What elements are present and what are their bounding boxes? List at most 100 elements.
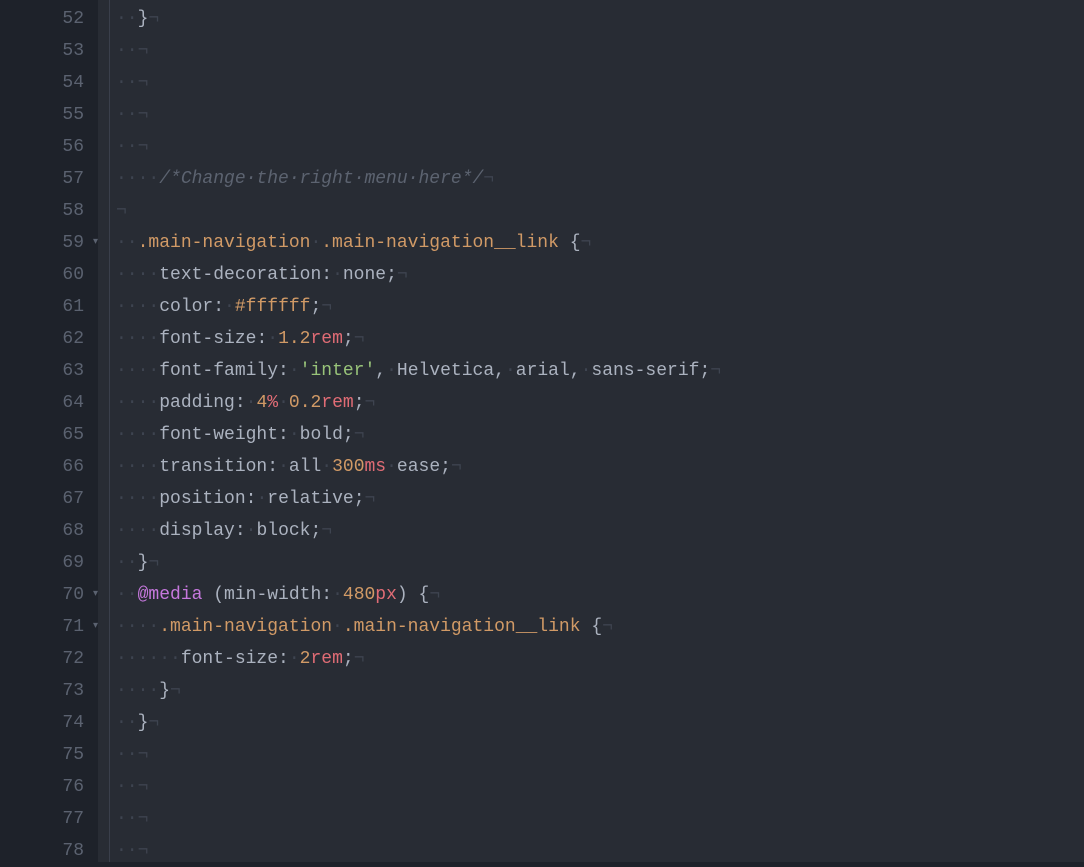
code-line[interactable]: ··¬ xyxy=(110,739,1084,771)
line-number[interactable]: 69 xyxy=(0,547,98,579)
line-number[interactable]: 56 xyxy=(0,131,98,163)
token-ws: ·· xyxy=(116,73,138,93)
line-number[interactable]: 66 xyxy=(0,451,98,483)
token-plain: block xyxy=(256,521,310,541)
token-ws: ···· xyxy=(116,681,159,701)
line-number[interactable]: 57 xyxy=(0,163,98,195)
token-brace: { xyxy=(570,233,581,253)
code-line[interactable]: ··¬ xyxy=(110,99,1084,131)
code-line[interactable]: ····}¬ xyxy=(110,675,1084,707)
line-number[interactable]: 60 xyxy=(0,259,98,291)
code-line[interactable]: ··}¬ xyxy=(110,707,1084,739)
code-line[interactable]: ····/*Change·the·right·menu·here*/¬ xyxy=(110,163,1084,195)
token-ws: · xyxy=(278,457,289,477)
token-plain xyxy=(408,585,419,605)
code-content-area[interactable]: ··}¬··¬··¬··¬··¬····/*Change·the·right·m… xyxy=(110,0,1084,862)
token-colon: : xyxy=(256,329,267,349)
line-number[interactable]: 71▾ xyxy=(0,611,98,643)
indent-guide xyxy=(98,0,110,862)
line-number[interactable]: 76 xyxy=(0,771,98,803)
token-ws: ···· xyxy=(116,521,159,541)
line-number[interactable]: 74 xyxy=(0,707,98,739)
line-number[interactable]: 63 xyxy=(0,355,98,387)
fold-marker-icon[interactable]: ▾ xyxy=(93,579,98,611)
token-eol: ¬ xyxy=(148,713,159,733)
code-editor[interactable]: 5253545556575859▾6061626364656667686970▾… xyxy=(0,0,1084,862)
token-brace: ( xyxy=(213,585,224,605)
line-number[interactable]: 77 xyxy=(0,803,98,835)
token-eol: ¬ xyxy=(170,681,181,701)
code-line[interactable]: ····font-family:·'inter',·Helvetica,·ari… xyxy=(110,355,1084,387)
token-prop: display xyxy=(159,521,235,541)
code-line[interactable]: ··¬ xyxy=(110,771,1084,803)
token-ws: ···· xyxy=(116,489,159,509)
code-line[interactable]: ··}¬ xyxy=(110,3,1084,35)
token-punct: , xyxy=(570,361,581,381)
line-number[interactable]: 58 xyxy=(0,195,98,227)
code-line[interactable]: ··¬ xyxy=(110,35,1084,67)
line-number[interactable]: 70▾ xyxy=(0,579,98,611)
token-ws: ······ xyxy=(116,649,181,669)
code-line[interactable]: ····position:·relative;¬ xyxy=(110,483,1084,515)
code-line[interactable]: ····padding:·4%·0.2rem;¬ xyxy=(110,387,1084,419)
token-num: 0.2 xyxy=(289,393,321,413)
code-line[interactable]: ··@media (min-width:·480px) {¬ xyxy=(110,579,1084,611)
token-plain xyxy=(559,233,570,253)
code-line[interactable]: ····display:·block;¬ xyxy=(110,515,1084,547)
code-line[interactable]: ····color:·#ffffff;¬ xyxy=(110,291,1084,323)
code-line[interactable]: ····font-weight:·bold;¬ xyxy=(110,419,1084,451)
token-comment: /*Change·the·right·menu·here*/ xyxy=(159,169,483,189)
token-ws: ·· xyxy=(116,777,138,797)
code-line[interactable]: ··¬ xyxy=(110,835,1084,867)
token-ws: ·· xyxy=(116,105,138,125)
token-unit: rem xyxy=(321,393,353,413)
token-ws: · xyxy=(289,425,300,445)
token-semi: ; xyxy=(343,425,354,445)
line-number[interactable]: 73 xyxy=(0,675,98,707)
token-ws: ···· xyxy=(116,329,159,349)
code-line[interactable]: ··¬ xyxy=(110,803,1084,835)
code-line[interactable]: ····text-decoration:·none;¬ xyxy=(110,259,1084,291)
code-line[interactable]: ··¬ xyxy=(110,67,1084,99)
line-number[interactable]: 64 xyxy=(0,387,98,419)
token-ws: · xyxy=(386,361,397,381)
line-number[interactable]: 78 xyxy=(0,835,98,867)
line-number[interactable]: 67 xyxy=(0,483,98,515)
token-colon: : xyxy=(235,521,246,541)
token-at: @media xyxy=(138,585,203,605)
code-line[interactable]: ¬ xyxy=(110,195,1084,227)
code-line[interactable]: ····font-size:·1.2rem;¬ xyxy=(110,323,1084,355)
code-line[interactable]: ··.main-navigation·.main-navigation__lin… xyxy=(110,227,1084,259)
line-number[interactable]: 54 xyxy=(0,67,98,99)
token-eol: ¬ xyxy=(138,41,149,61)
line-number[interactable]: 68 xyxy=(0,515,98,547)
token-eol: ¬ xyxy=(365,489,376,509)
code-line[interactable]: ··¬ xyxy=(110,131,1084,163)
line-number-gutter[interactable]: 5253545556575859▾6061626364656667686970▾… xyxy=(0,0,98,862)
token-eol: ¬ xyxy=(138,745,149,765)
line-number[interactable]: 72 xyxy=(0,643,98,675)
token-sel: .main-navigation__link xyxy=(321,233,559,253)
code-line[interactable]: ··}¬ xyxy=(110,547,1084,579)
line-number[interactable]: 61 xyxy=(0,291,98,323)
code-line[interactable]: ····transition:·all·300ms·ease;¬ xyxy=(110,451,1084,483)
line-number[interactable]: 53 xyxy=(0,35,98,67)
token-plain: Helvetica xyxy=(397,361,494,381)
token-ws: ·· xyxy=(116,841,138,861)
token-plain: arial xyxy=(516,361,570,381)
code-line[interactable]: ····.main-navigation·.main-navigation__l… xyxy=(110,611,1084,643)
token-ws: · xyxy=(246,521,257,541)
line-number[interactable]: 62 xyxy=(0,323,98,355)
line-number[interactable]: 52 xyxy=(0,3,98,35)
token-eol: ¬ xyxy=(365,393,376,413)
token-ws: · xyxy=(332,617,343,637)
code-line[interactable]: ······font-size:·2rem;¬ xyxy=(110,643,1084,675)
fold-marker-icon[interactable]: ▾ xyxy=(93,227,98,259)
token-unit: px xyxy=(375,585,397,605)
fold-marker-icon[interactable]: ▾ xyxy=(93,611,98,643)
token-ws: ···· xyxy=(116,361,159,381)
line-number[interactable]: 59▾ xyxy=(0,227,98,259)
line-number[interactable]: 55 xyxy=(0,99,98,131)
line-number[interactable]: 65 xyxy=(0,419,98,451)
line-number[interactable]: 75 xyxy=(0,739,98,771)
